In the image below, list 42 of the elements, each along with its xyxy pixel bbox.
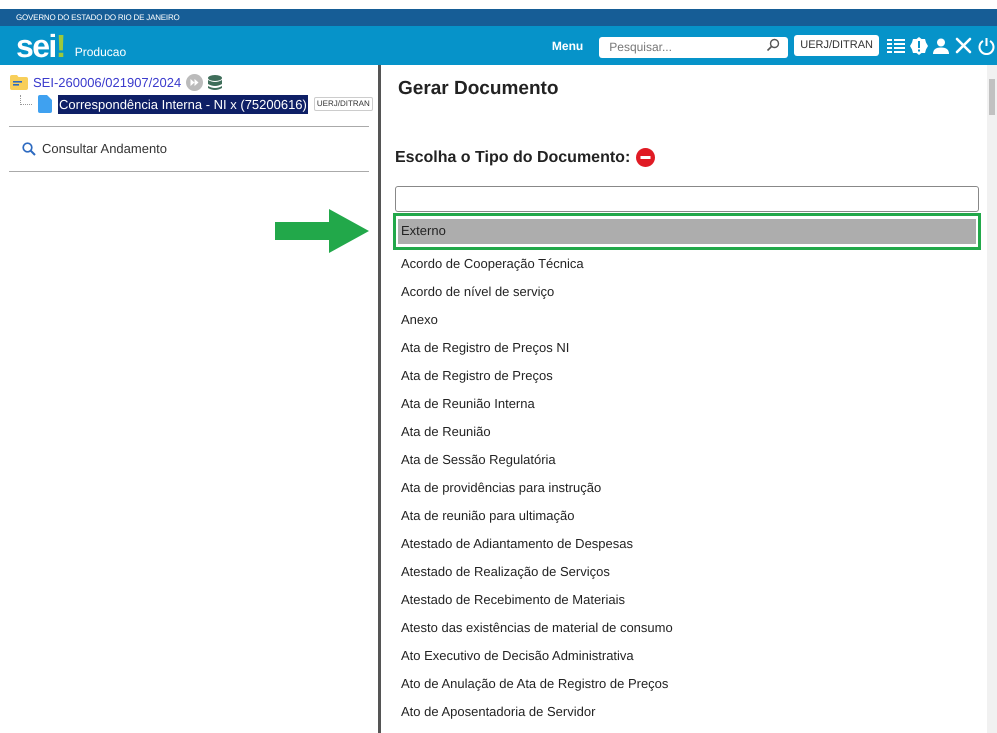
- government-title: GOVERNO DO ESTADO DO RIO DE JANEIRO: [16, 12, 180, 24]
- search-field[interactable]: Pesquisar...: [599, 36, 788, 58]
- document-type-option[interactable]: Atestado de Realização de Serviços: [398, 558, 976, 586]
- search-icon[interactable]: [22, 142, 36, 156]
- process-link[interactable]: SEI-260006/021907/2024: [33, 73, 182, 92]
- document-type-option[interactable]: Acordo de Cooperação Técnica: [398, 250, 976, 278]
- folder-icon: [10, 75, 28, 90]
- database-icon[interactable]: [208, 74, 222, 91]
- document-type-option[interactable]: Ata de Sessão Regulatória: [398, 446, 976, 474]
- document-type-option[interactable]: Atestado de Adiantamento de Despesas: [398, 530, 976, 558]
- document-type-option[interactable]: Ata de reunião para ultimação: [398, 502, 976, 530]
- alert-icon[interactable]: [910, 36, 928, 54]
- scrollbar[interactable]: [987, 65, 997, 733]
- page-title: Gerar Documento: [397, 77, 560, 101]
- document-type-option[interactable]: Ata de Reunião: [398, 418, 976, 446]
- document-type-option[interactable]: Externo: [398, 218, 976, 244]
- forward-icon[interactable]: [186, 74, 204, 92]
- unit-tag: UERJ/DITRAN: [314, 97, 373, 112]
- document-icon: [38, 95, 52, 114]
- document-type-option[interactable]: Ata de Registro de Preços: [398, 362, 976, 390]
- arrow-icon: [275, 209, 369, 253]
- document-type-option[interactable]: Ato Executivo de Decisão Administrativa: [398, 642, 976, 670]
- document-type-option[interactable]: Anexo: [398, 306, 976, 334]
- document-type-option[interactable]: Ata de Registro de Preços NI: [398, 334, 976, 362]
- environment-label: Producao: [74, 44, 126, 60]
- document-type-option[interactable]: Ata de Reunião Interna: [398, 390, 976, 418]
- user-icon[interactable]: [933, 38, 949, 54]
- section-heading: Escolha o Tipo do Documento:: [395, 148, 630, 168]
- document-type-option[interactable]: Ato de Anulação de Ata de Registro de Preços: [398, 670, 976, 698]
- list-icon[interactable]: [887, 38, 905, 54]
- filter-field[interactable]: [395, 186, 979, 212]
- document-type-option[interactable]: Ata de providências para instrução: [398, 474, 976, 502]
- document-link[interactable]: Correspondência Interna - NI x (75200616): [58, 94, 308, 114]
- minus-icon[interactable]: [636, 148, 656, 167]
- sidebar-link[interactable]: Consultar Andamento: [42, 139, 168, 158]
- unit-button[interactable]: UERJ/DITRAN: [794, 35, 879, 56]
- document-type-option[interactable]: Ato de Aposentadoria de Servidor: [398, 698, 976, 726]
- power-icon[interactable]: [978, 36, 995, 54]
- document-type-option[interactable]: Atestado de Recebimento de Materiais: [398, 586, 976, 614]
- document-type-option[interactable]: Atesto das existências de material de consumo: [398, 614, 976, 642]
- search-icon[interactable]: [766, 38, 780, 52]
- document-type-option[interactable]: Acordo de nível de serviço: [398, 278, 976, 306]
